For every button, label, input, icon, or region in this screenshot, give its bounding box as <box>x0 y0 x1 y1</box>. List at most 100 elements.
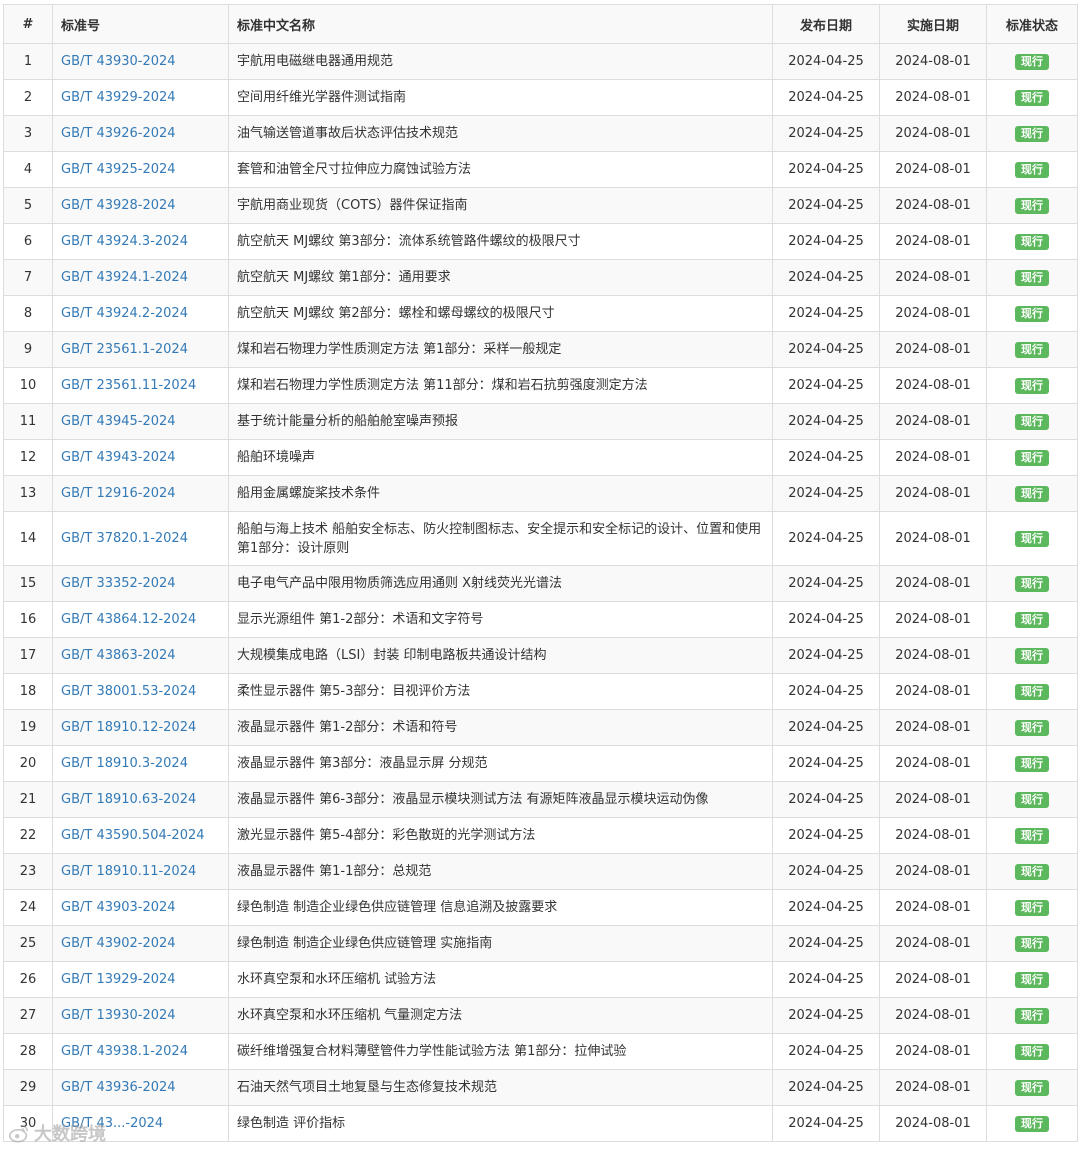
status-cell: 现行 <box>986 925 1078 962</box>
standard-code-link[interactable]: GB/T 43903-2024 <box>61 900 176 915</box>
implement-date: 2024-08-01 <box>879 403 987 440</box>
standard-code-link[interactable]: GB/T 43902-2024 <box>61 936 176 951</box>
standard-code-link[interactable]: GB/T 43925-2024 <box>61 162 176 177</box>
release-date: 2024-04-25 <box>772 961 880 998</box>
release-date: 2024-04-25 <box>772 115 880 152</box>
standard-code-link[interactable]: GB/T 43938.1-2024 <box>61 1044 188 1059</box>
release-date: 2024-04-25 <box>772 259 880 296</box>
standard-code-cell: GB/T 13930-2024 <box>52 997 229 1034</box>
implement-date: 2024-08-01 <box>879 1069 987 1106</box>
table-row: 24 GB/T 43903-2024 绿色制造 制造企业绿色供应链管理 信息追溯及披… <box>3 889 1078 926</box>
standard-name: 煤和岩石物理力学性质测定方法 第11部分：煤和岩石抗剪强度测定方法 <box>228 367 773 404</box>
standard-code-link[interactable]: GB/T 43929-2024 <box>61 90 176 105</box>
status-cell: 现行 <box>986 403 1078 440</box>
release-date: 2024-04-25 <box>772 223 880 260</box>
status-cell: 现行 <box>986 223 1078 260</box>
standard-code-link[interactable]: GB/T 43943-2024 <box>61 450 176 465</box>
standard-code-link[interactable]: GB/T 18910.3-2024 <box>61 756 188 771</box>
status-badge: 现行 <box>1015 530 1049 547</box>
status-cell: 现行 <box>986 853 1078 890</box>
implement-date: 2024-08-01 <box>879 817 987 854</box>
status-badge: 现行 <box>1015 719 1049 736</box>
standard-code-cell: GB/T 43930-2024 <box>52 43 229 80</box>
standard-name: 航空航天 MJ螺纹 第1部分：通用要求 <box>228 259 773 296</box>
row-number: 26 <box>3 961 53 998</box>
standard-code-cell: GB/T 43938.1-2024 <box>52 1033 229 1070</box>
release-date: 2024-04-25 <box>772 151 880 188</box>
release-date: 2024-04-25 <box>772 637 880 674</box>
status-badge: 现行 <box>1015 1007 1049 1024</box>
table-row: 14 GB/T 37820.1-2024 船舶与海上技术 船舶安全标志、防火控制图标… <box>3 511 1078 566</box>
standard-code-link[interactable]: GB/T 18910.63-2024 <box>61 792 196 807</box>
standards-table-container: # 标准号 标准中文名称 发布日期 实施日期 标准状态 1 GB/T 43930-… <box>3 4 1078 1142</box>
implement-date: 2024-08-01 <box>879 637 987 674</box>
implement-date: 2024-08-01 <box>879 601 987 638</box>
status-cell: 现行 <box>986 295 1078 332</box>
weibo-logo-icon <box>9 1124 29 1143</box>
standard-code-link[interactable]: GB/T 23561.11-2024 <box>61 378 196 393</box>
standard-code-link[interactable]: GB/T 33352-2024 <box>61 576 176 591</box>
standard-code-link[interactable]: GB/T 13930-2024 <box>61 1008 176 1023</box>
standard-name: 绿色制造 评价指标 <box>228 1105 773 1142</box>
standard-code-link[interactable]: GB/T 43930-2024 <box>61 54 176 69</box>
implement-date: 2024-08-01 <box>879 673 987 710</box>
row-number: 3 <box>3 115 53 152</box>
row-number: 14 <box>3 511 53 566</box>
table-row: 22 GB/T 43590.504-2024 激光显示器件 第5-4部分：彩色散斑的… <box>3 817 1078 854</box>
standard-code-link[interactable]: GB/T 23561.1-2024 <box>61 342 188 357</box>
standard-code-link[interactable]: GB/T 43924.2-2024 <box>61 306 188 321</box>
standard-code-link[interactable]: GB/T 43590.504-2024 <box>61 828 205 843</box>
row-number: 7 <box>3 259 53 296</box>
standard-code-cell: GB/T 43590.504-2024 <box>52 817 229 854</box>
column-header-name: 标准中文名称 <box>228 4 773 44</box>
table-row: 6 GB/T 43924.3-2024 航空航天 MJ螺纹 第3部分：流体系统管路件… <box>3 223 1078 260</box>
table-header-row: # 标准号 标准中文名称 发布日期 实施日期 标准状态 <box>3 4 1078 44</box>
table-row: 2 GB/T 43929-2024 空间用纤维光学器件测试指南 2024-04-25 2… <box>3 79 1078 116</box>
status-badge: 现行 <box>1015 1079 1049 1096</box>
row-number: 20 <box>3 745 53 782</box>
standard-code-link[interactable]: GB/T 43945-2024 <box>61 414 176 429</box>
release-date: 2024-04-25 <box>772 565 880 602</box>
standard-code-link[interactable]: GB/T 18910.11-2024 <box>61 864 196 879</box>
standard-code-link[interactable]: GB/T 18910.12-2024 <box>61 720 196 735</box>
table-row: 16 GB/T 43864.12-2024 显示光源组件 第1-2部分：术语和文字符… <box>3 601 1078 638</box>
status-cell: 现行 <box>986 673 1078 710</box>
standard-code-link[interactable]: GB/T 38001.53-2024 <box>61 684 196 699</box>
standard-code-cell: GB/T 33352-2024 <box>52 565 229 602</box>
standard-code-cell: GB/T 43929-2024 <box>52 79 229 116</box>
table-row: 9 GB/T 23561.1-2024 煤和岩石物理力学性质测定方法 第1部分：采样… <box>3 331 1078 368</box>
standard-code-link[interactable]: GB/T 37820.1-2024 <box>61 531 188 546</box>
standard-code-link[interactable]: GB/T 43924.3-2024 <box>61 234 188 249</box>
standard-code-cell: GB/T 43863-2024 <box>52 637 229 674</box>
row-number: 25 <box>3 925 53 962</box>
table-row: 12 GB/T 43943-2024 船舶环境噪声 2024-04-25 2024-08… <box>3 439 1078 476</box>
standard-code-cell: GB/T 43903-2024 <box>52 889 229 926</box>
standard-code-cell: GB/T 43924.1-2024 <box>52 259 229 296</box>
table-row: 27 GB/T 13930-2024 水环真空泵和水环压缩机 气量测定方法 2024-… <box>3 997 1078 1034</box>
release-date: 2024-04-25 <box>772 1069 880 1106</box>
standard-code-cell: GB/T 18910.11-2024 <box>52 853 229 890</box>
standard-code-link[interactable]: GB/T 43863-2024 <box>61 648 176 663</box>
standard-code-cell: GB/T 23561.11-2024 <box>52 367 229 404</box>
table-row: 13 GB/T 12916-2024 船用金属螺旋桨技术条件 2024-04-25 20… <box>3 475 1078 512</box>
standard-code-link[interactable]: GB/T 43928-2024 <box>61 198 176 213</box>
standard-code-link[interactable]: GB/T 43936-2024 <box>61 1080 176 1095</box>
status-cell: 现行 <box>986 475 1078 512</box>
standard-code-link[interactable]: GB/T 43864.12-2024 <box>61 612 196 627</box>
standard-code-link[interactable]: GB/T 13929-2024 <box>61 972 176 987</box>
standard-name: 航空航天 MJ螺纹 第3部分：流体系统管路件螺纹的极限尺寸 <box>228 223 773 260</box>
release-date: 2024-04-25 <box>772 511 880 566</box>
standard-code-link[interactable]: GB/T 43926-2024 <box>61 126 176 141</box>
watermark-text: 大数跨境 <box>34 1124 106 1145</box>
implement-date: 2024-08-01 <box>879 745 987 782</box>
standard-code-link[interactable]: GB/T 43924.1-2024 <box>61 270 188 285</box>
implement-date: 2024-08-01 <box>879 1033 987 1070</box>
row-number: 5 <box>3 187 53 224</box>
status-cell: 现行 <box>986 1033 1078 1070</box>
standard-name: 水环真空泵和水环压缩机 试验方法 <box>228 961 773 998</box>
row-number: 10 <box>3 367 53 404</box>
standard-code-link[interactable]: GB/T 12916-2024 <box>61 486 176 501</box>
table-row: 15 GB/T 33352-2024 电子电气产品中限用物质筛选应用通则 X射线荧光… <box>3 565 1078 602</box>
status-cell: 现行 <box>986 781 1078 818</box>
table-row: 10 GB/T 23561.11-2024 煤和岩石物理力学性质测定方法 第11部分… <box>3 367 1078 404</box>
